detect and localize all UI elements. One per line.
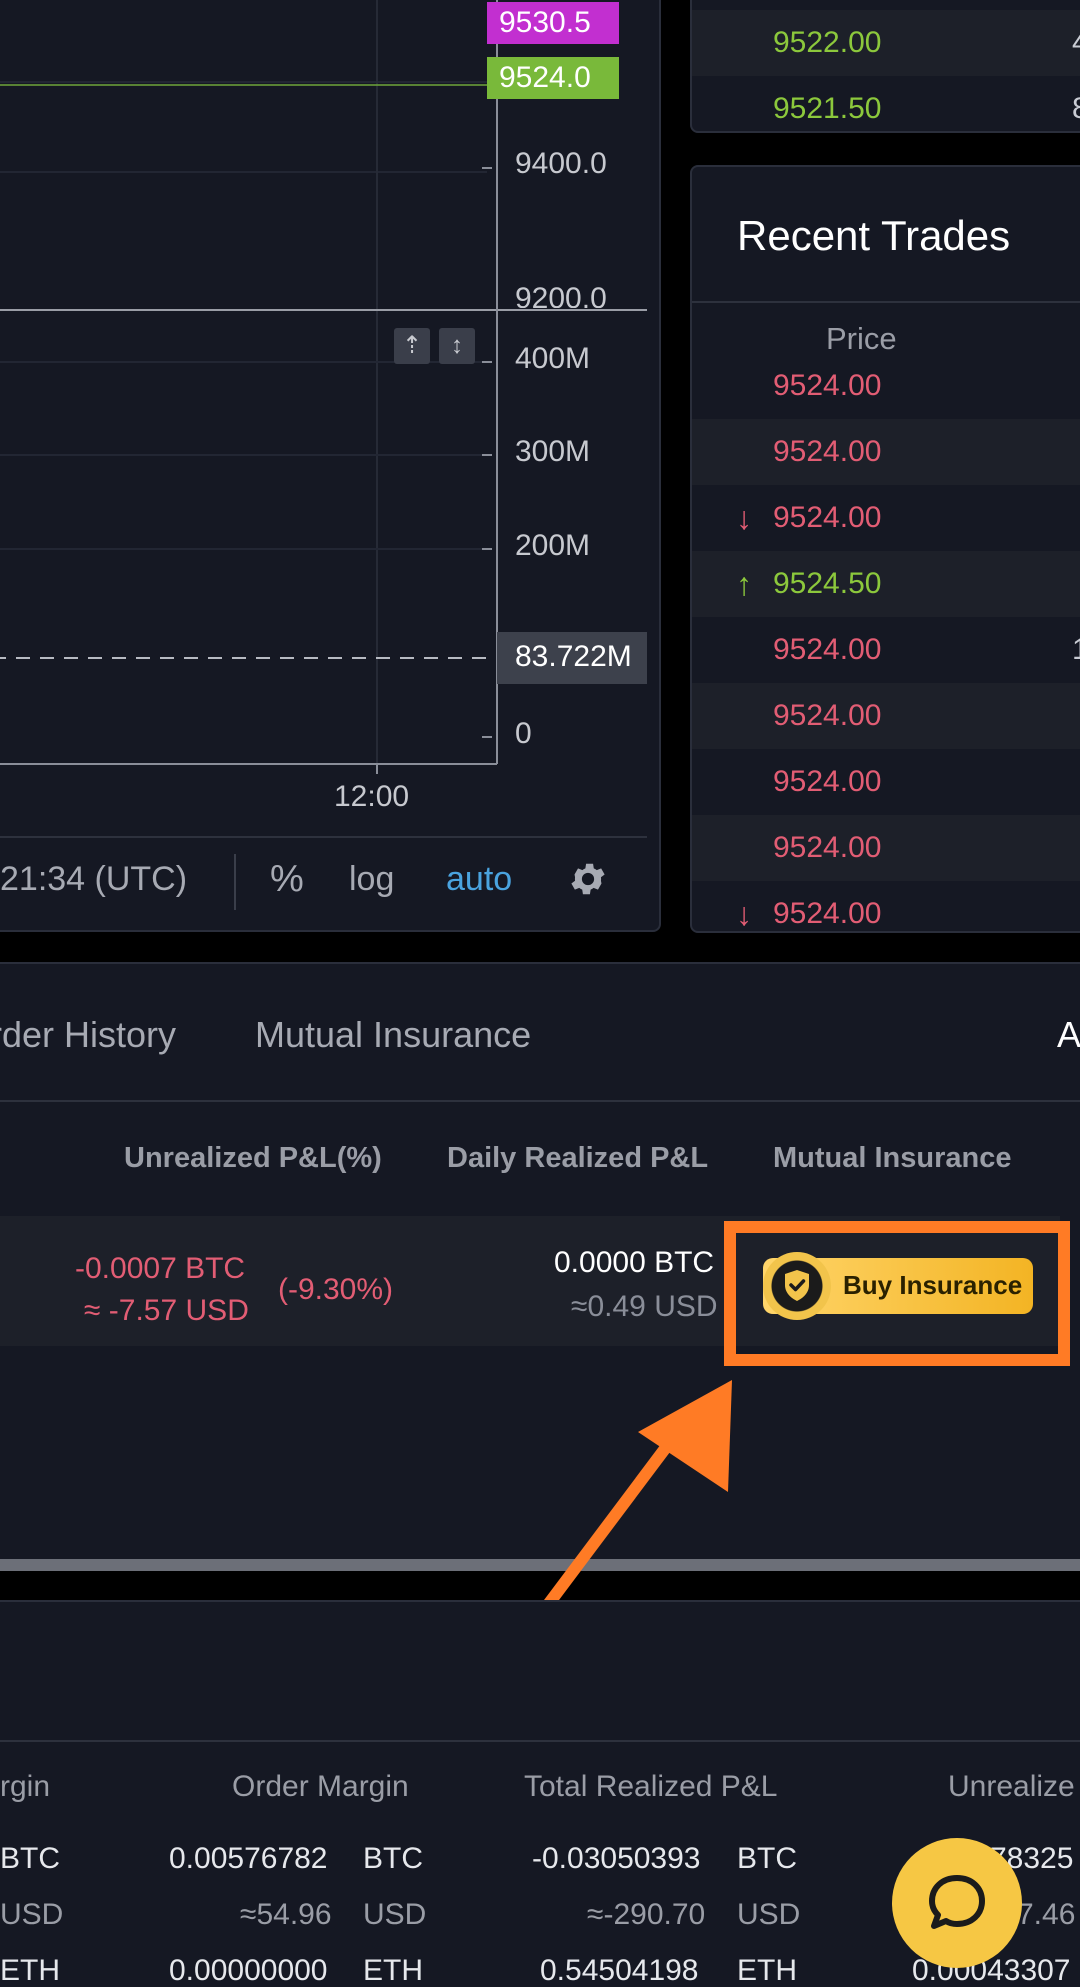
up-arrow-icon: ↑ [736, 566, 752, 602]
trade-price: 9524.00 [773, 501, 882, 534]
total-realized-unit: USD [737, 1898, 801, 1931]
total-realized-value: 0.54504198 [540, 1954, 699, 1987]
trade-price: 9524.00 [773, 633, 882, 666]
order-book-qty: 8 [1072, 76, 1080, 131]
price-tag-last: 9524.0 [487, 57, 619, 99]
margin-unit: ETH [0, 1954, 60, 1987]
total-realized-unit: ETH [737, 1954, 797, 1987]
trade-qty: 1 [1072, 617, 1080, 683]
order-margin-unit: ETH [363, 1954, 423, 1987]
chat-button[interactable] [892, 1838, 1022, 1968]
col-unrealized-pnl: Unrealized P&L(%) [124, 1142, 382, 1174]
recent-trades-panel: Recent Trades Price 9524.00 9524.00 ↓ 95… [690, 165, 1080, 933]
order-book-qty: 4 [1072, 10, 1080, 76]
order-margin-value: ≈54.96 [240, 1898, 332, 1931]
trade-row: 9524.00 [692, 353, 1080, 419]
tab-more[interactable]: A [1057, 1014, 1080, 1056]
trade-price: 9524.00 [773, 765, 882, 798]
order-margin-unit: BTC [363, 1842, 423, 1875]
col-margin: rgin [0, 1770, 51, 1803]
chart-time-readout: 21:34 (UTC) [0, 860, 188, 898]
daily-realized-btc: 0.0000 BTC [554, 1246, 715, 1279]
col-mutual-insurance: Mutual Insurance [773, 1142, 1012, 1174]
price-column-header: Price [826, 321, 897, 356]
order-book-price: 9522.00 [773, 26, 882, 59]
trade-row: 9524.00 [692, 419, 1080, 485]
scale-fit-button[interactable]: ↕ [439, 328, 475, 364]
log-scale-toggle[interactable]: log [349, 860, 394, 899]
volume-axis-label: 300M [515, 435, 591, 468]
trade-row: 9524.00 [692, 683, 1080, 749]
auto-scale-toggle[interactable]: auto [446, 860, 512, 899]
order-margin-value: 0.00576782 [169, 1842, 328, 1875]
trade-row: 9524.00 [692, 815, 1080, 881]
trade-price: 9524.00 [773, 897, 882, 930]
order-margin-unit: USD [363, 1898, 427, 1931]
tab-mutual-insurance[interactable]: Mutual Insurance [255, 1014, 531, 1056]
down-arrow-icon: ↓ [736, 896, 752, 932]
time-axis-label: 12:00 [334, 780, 410, 813]
trade-row: ↓ 9524.00 [692, 485, 1080, 551]
chat-bubble-icon [929, 1875, 985, 1929]
unrealized-pnl-btc: -0.0007 BTC [75, 1252, 246, 1285]
trade-price: 9524.00 [773, 369, 882, 402]
order-book-row[interactable]: 9522.00 4 [692, 10, 1080, 76]
margin-unit: BTC [0, 1842, 60, 1875]
volume-level-label: 83.722M [515, 640, 632, 673]
col-unrealized-pnl: Unrealize [948, 1770, 1075, 1803]
trade-row: ↑ 9524.50 [692, 551, 1080, 617]
trade-price: 9524.00 [773, 831, 882, 864]
trade-price: 9524.50 [773, 567, 882, 600]
total-realized-unit: BTC [737, 1842, 797, 1875]
daily-realized-usd: ≈0.49 USD [571, 1290, 718, 1323]
price-axis-label: 9400.0 [515, 147, 607, 180]
recent-trades-title: Recent Trades [737, 212, 1011, 259]
unrealized-pnl-usd: ≈ -7.57 USD [84, 1294, 249, 1327]
trade-price: 9524.00 [773, 699, 882, 732]
col-total-realized-pnl: Total Realized P&L [524, 1770, 778, 1803]
trade-row: 9524.00 1 [692, 617, 1080, 683]
col-daily-realized-pnl: Daily Realized P&L [447, 1142, 709, 1174]
chart-panel[interactable]: 9530.5 9524.0 9400.0 9200.0 ⇡ ↕ 400M 300… [0, 0, 661, 932]
tab-order-history[interactable]: rder History [0, 1014, 176, 1056]
order-margin-value: 0.00000000 [169, 1954, 328, 1987]
volume-axis-label: 400M [515, 342, 591, 375]
unrealized-value: 7.46 [1017, 1898, 1076, 1931]
highlight-box [724, 1221, 1070, 1366]
total-realized-value: -0.03050393 [532, 1842, 701, 1875]
down-arrow-icon: ↓ [736, 500, 752, 536]
margin-unit: USD [0, 1898, 64, 1931]
trade-row: ↓ 9524.00 [692, 881, 1080, 932]
col-order-margin: Order Margin [232, 1770, 409, 1803]
unrealized-pnl-pct: (-9.30%) [278, 1273, 394, 1306]
price-axis-label: 9200.0 [515, 282, 607, 308]
price-tag-high: 9530.5 [487, 2, 619, 44]
volume-axis-label: 0 [515, 717, 532, 750]
order-book-row[interactable]: 9521.50 8 [692, 76, 1080, 131]
percent-scale-toggle[interactable]: % [270, 858, 304, 901]
trade-row: 9524.00 [692, 749, 1080, 815]
order-book-panel: 9522.00 4 9521.50 8 [690, 0, 1080, 133]
order-book-price: 9521.50 [773, 92, 882, 125]
volume-axis-label: 200M [515, 529, 591, 562]
trade-price: 9524.00 [773, 435, 882, 468]
scale-up-button[interactable]: ⇡ [394, 328, 430, 364]
total-realized-value: ≈-290.70 [587, 1898, 706, 1931]
settings-gear-icon[interactable] [567, 858, 609, 900]
